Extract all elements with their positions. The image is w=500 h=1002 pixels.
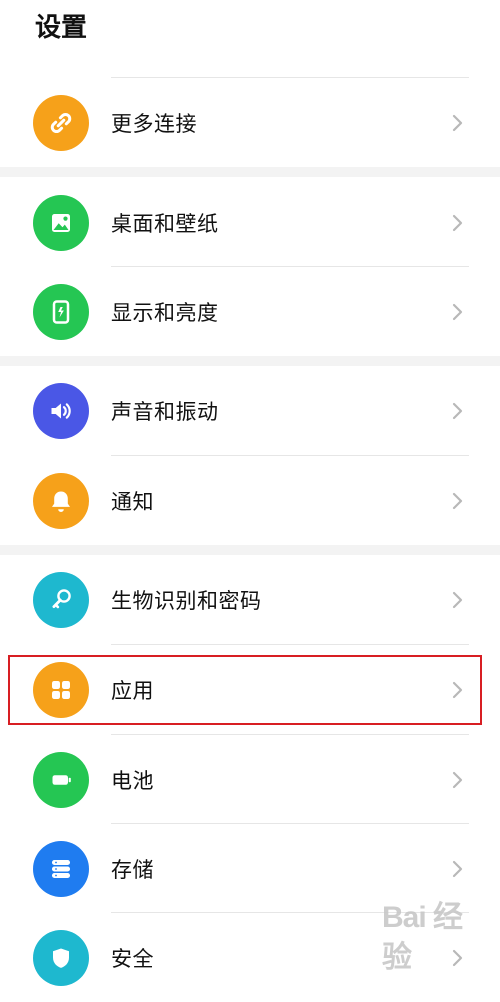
settings-item-label: 安全 bbox=[111, 947, 154, 971]
settings-item-label: 生物识别和密码 bbox=[111, 589, 262, 613]
settings-item-label: 桌面和壁纸 bbox=[111, 212, 219, 236]
settings-item-wallpaper[interactable]: 桌面和壁纸 bbox=[0, 179, 500, 267]
chevron-right-icon bbox=[452, 303, 463, 321]
phone-brightness-icon bbox=[33, 284, 89, 340]
chevron-right-icon bbox=[452, 402, 463, 420]
chevron-right-icon bbox=[452, 114, 463, 132]
settings-item-biometrics-passwords[interactable]: 生物识别和密码 bbox=[0, 556, 500, 644]
chevron-right-icon bbox=[452, 591, 463, 609]
chevron-right-icon bbox=[452, 492, 463, 510]
divider bbox=[111, 644, 469, 645]
watermark-text: Bai 经验 bbox=[382, 901, 463, 974]
settings-item-label: 通知 bbox=[111, 490, 154, 514]
chevron-right-icon bbox=[452, 860, 463, 878]
settings-item-label: 更多连接 bbox=[111, 112, 197, 136]
wallpaper-icon bbox=[33, 195, 89, 251]
chevron-right-icon bbox=[452, 214, 463, 232]
shield-icon bbox=[33, 930, 89, 986]
chevron-right-icon bbox=[452, 771, 463, 789]
settings-item-label: 存储 bbox=[111, 858, 154, 882]
divider bbox=[111, 266, 469, 267]
group-gap bbox=[0, 545, 500, 555]
settings-item-label: 电池 bbox=[111, 769, 154, 793]
highlight-box bbox=[8, 655, 482, 725]
bell-icon bbox=[33, 473, 89, 529]
watermark: Bai 经验 bbox=[382, 894, 486, 974]
page-title: 设置 bbox=[35, 13, 88, 43]
key-icon bbox=[33, 572, 89, 628]
link-icon bbox=[33, 95, 89, 151]
divider bbox=[111, 455, 469, 456]
divider bbox=[111, 823, 469, 824]
settings-item-label: 声音和振动 bbox=[111, 400, 219, 424]
settings-item-battery[interactable]: 电池 bbox=[0, 736, 500, 824]
group-gap bbox=[0, 167, 500, 177]
settings-item-display-brightness[interactable]: 显示和亮度 bbox=[0, 268, 500, 356]
settings-item-more-connections[interactable]: 更多连接 bbox=[0, 79, 500, 167]
settings-item-notifications[interactable]: 通知 bbox=[0, 457, 500, 545]
storage-icon bbox=[33, 841, 89, 897]
group-gap bbox=[0, 356, 500, 366]
settings-item-sound-vibration[interactable]: 声音和振动 bbox=[0, 367, 500, 455]
divider bbox=[111, 77, 469, 78]
divider bbox=[111, 734, 469, 735]
settings-list: 设置 更多连接 桌面和壁纸 显示和亮度 声音和振动 通知 生物识别和密码 应用 … bbox=[0, 0, 500, 986]
battery-icon bbox=[33, 752, 89, 808]
volume-icon bbox=[33, 383, 89, 439]
settings-item-label: 显示和亮度 bbox=[111, 301, 219, 325]
